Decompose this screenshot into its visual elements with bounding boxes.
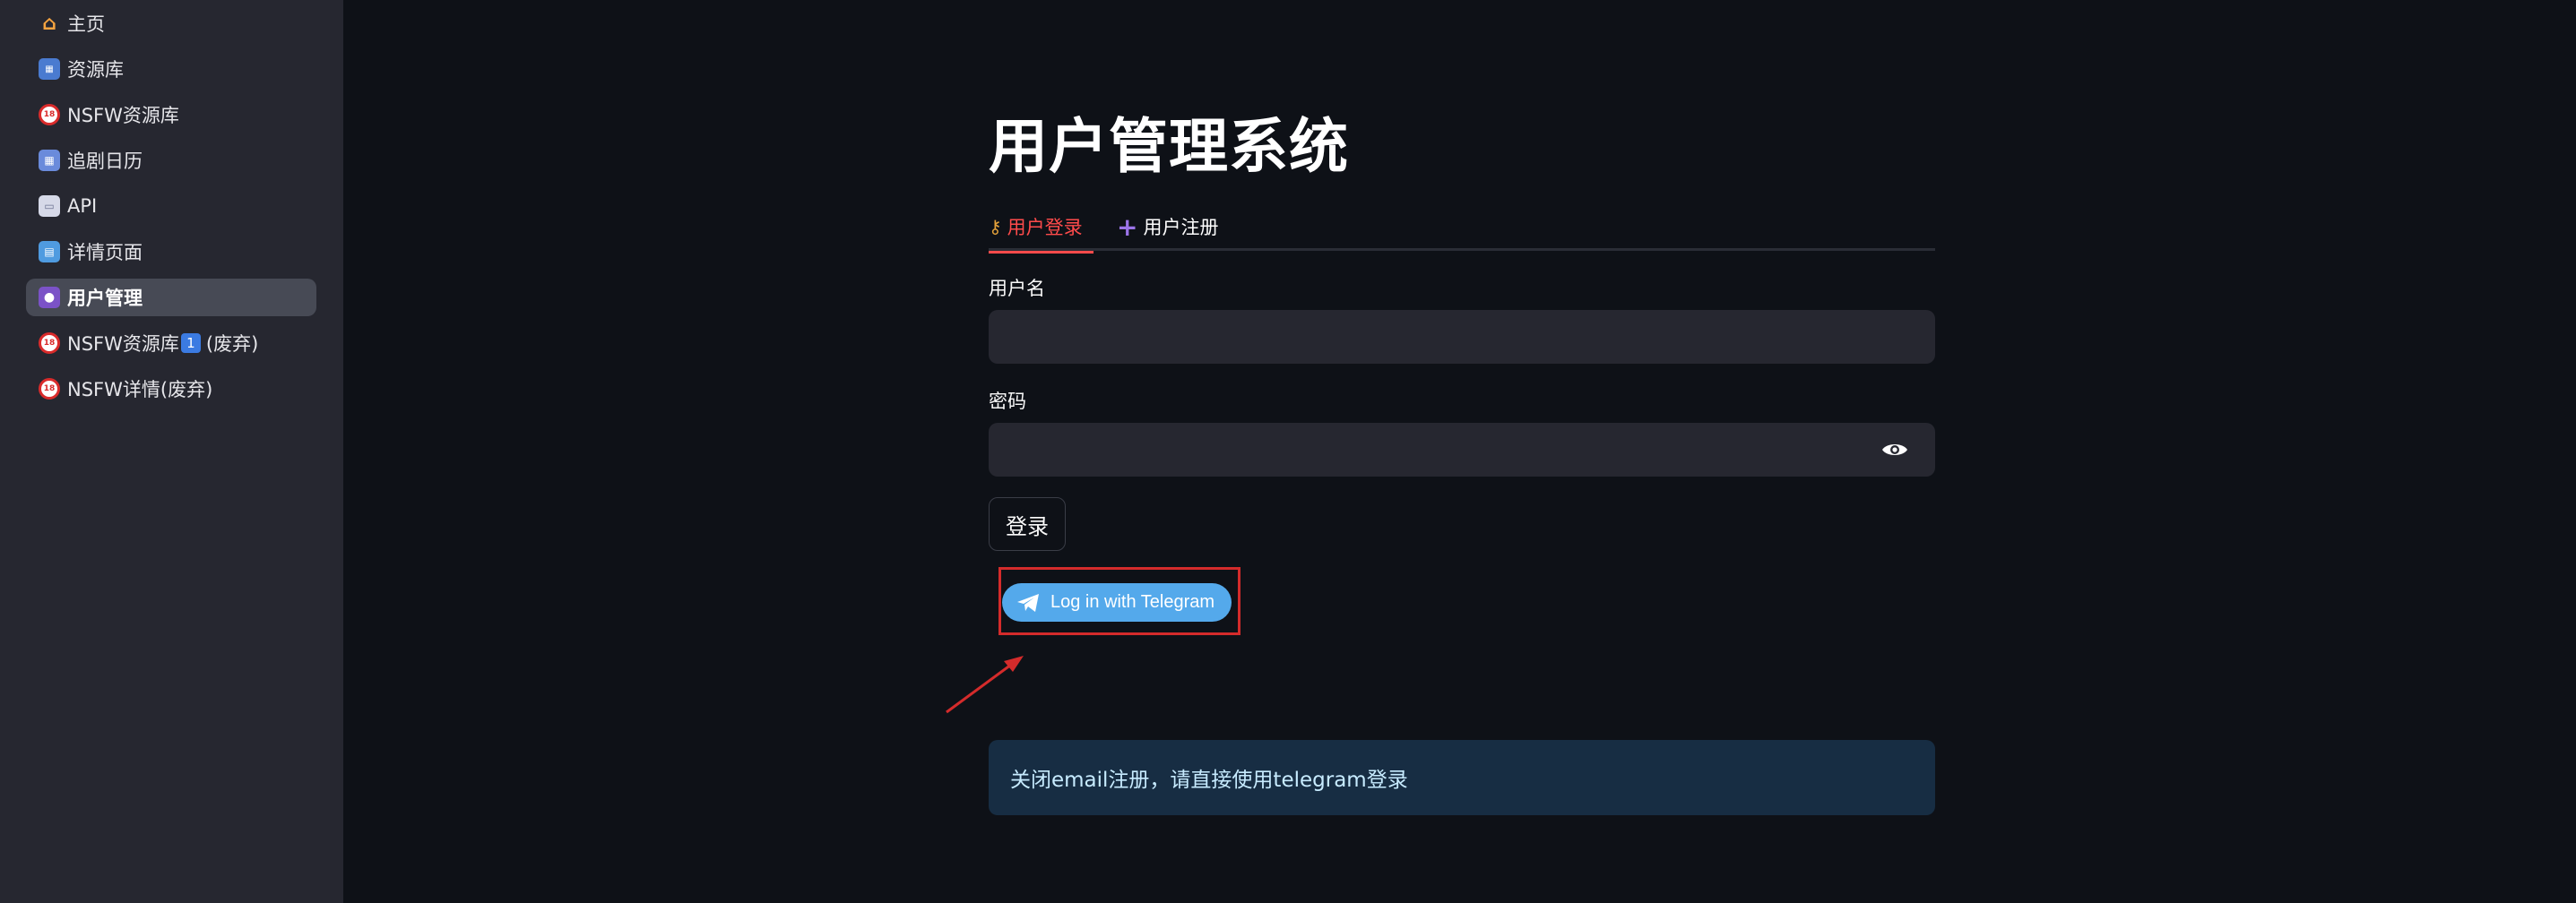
sidebar-item-label: NSFW资源库 <box>67 333 179 355</box>
sidebar-item-calendar[interactable]: ▦ 追剧日历 <box>26 142 316 179</box>
info-alert: 关闭email注册，请直接使用telegram登录 <box>989 740 1935 815</box>
sidebar-item-nsfw-detail-deprecated[interactable]: 18 NSFW详情(废弃) <box>26 370 316 408</box>
sidebar-item-detail[interactable]: ▤ 详情页面 <box>26 233 316 271</box>
book-icon: ▭ <box>39 195 60 217</box>
password-field <box>989 423 1935 477</box>
tab-label: 用户注册 <box>1143 217 1219 238</box>
sidebar-item-label: 追剧日历 <box>67 150 143 172</box>
password-input[interactable] <box>989 423 1935 477</box>
sidebar-item-label: 主页 <box>67 13 105 35</box>
sidebar-item-suffix: (废弃) <box>205 333 259 355</box>
username-label: 用户名 <box>989 278 1045 299</box>
sidebar-item-label: NSFW详情(废弃) <box>67 379 213 400</box>
no-under-18-icon: 18 <box>39 378 60 400</box>
sidebar-item-label: API <box>67 195 98 217</box>
annotation-arrow <box>946 656 1024 714</box>
tab-label: 用户登录 <box>1007 217 1083 238</box>
login-button[interactable]: 登录 <box>989 497 1066 551</box>
info-alert-text: 关闭email注册，请直接使用telegram登录 <box>1010 769 1408 792</box>
user-icon: ● <box>39 287 60 308</box>
app-root: ⌂ 主页 ▦ 资源库 18 NSFW资源库 ▦ 追剧日历 ▭ API ▤ 详情页… <box>0 0 2576 903</box>
sidebar-item-library[interactable]: ▦ 资源库 <box>26 50 316 88</box>
tab-register[interactable]: + 用户注册 <box>1117 202 1218 251</box>
telegram-plane-icon <box>1017 593 1039 612</box>
sidebar-item-api[interactable]: ▭ API <box>26 187 316 225</box>
sidebar: ⌂ 主页 ▦ 资源库 18 NSFW资源库 ▦ 追剧日历 ▭ API ▤ 详情页… <box>0 0 343 903</box>
calendar-icon: ▦ <box>39 150 60 171</box>
telegram-login-button[interactable]: Log in with Telegram <box>1002 583 1232 622</box>
sidebar-item-label: 用户管理 <box>67 288 143 309</box>
plus-icon: + <box>1117 211 1138 242</box>
telegram-button-label: Log in with Telegram <box>1050 592 1215 612</box>
sidebar-item-home[interactable]: ⌂ 主页 <box>26 4 316 42</box>
tab-login[interactable]: ⚷ 用户登录 <box>989 202 1094 254</box>
page-title: 用户管理系统 <box>989 112 1349 181</box>
key-icon: ⚷ <box>989 216 1002 237</box>
sidebar-item-label: 资源库 <box>67 59 124 81</box>
sidebar-item-nsfw-library[interactable]: 18 NSFW资源库 <box>26 96 316 133</box>
password-label: 密码 <box>989 391 1026 412</box>
house-icon: ⌂ <box>42 12 56 35</box>
sidebar-item-label: 详情页面 <box>67 242 143 263</box>
keycap-one-icon: 1 <box>180 333 201 353</box>
detail-page-icon: ▤ <box>39 241 60 262</box>
sidebar-nav: ⌂ 主页 ▦ 资源库 18 NSFW资源库 ▦ 追剧日历 ▭ API ▤ 详情页… <box>26 4 316 416</box>
no-under-18-icon: 18 <box>39 332 60 354</box>
username-input[interactable] <box>989 310 1935 364</box>
tab-bar: ⚷ 用户登录 + 用户注册 <box>989 202 1935 254</box>
sidebar-item-nsfw-library-deprecated[interactable]: 18 NSFW资源库 1 (废弃) <box>26 324 316 362</box>
sidebar-item-user-management[interactable]: ● 用户管理 <box>26 279 316 316</box>
sidebar-item-label: NSFW资源库 <box>67 105 179 126</box>
film-library-icon: ▦ <box>39 58 60 80</box>
eye-icon[interactable] <box>1881 441 1908 459</box>
no-under-18-icon: 18 <box>39 104 60 125</box>
